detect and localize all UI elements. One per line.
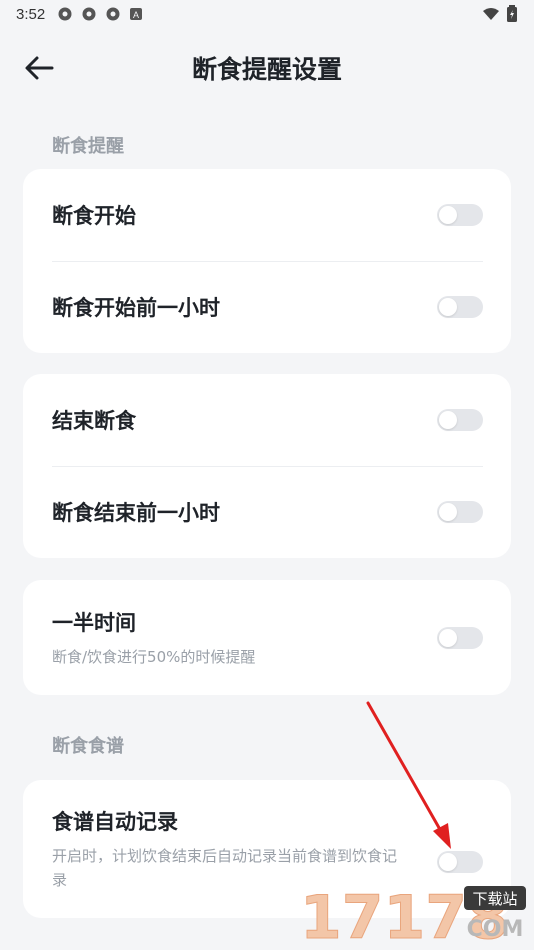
row-text: 食谱自动记录 开启时，计划饮食结束后自动记录当前食谱到饮食记录 xyxy=(52,806,437,892)
setting-row-fast-start[interactable]: 断食开始 xyxy=(23,169,511,261)
row-text: 断食结束前一小时 xyxy=(52,497,437,527)
row-text: 一半时间 断食/饮食进行50%的时候提醒 xyxy=(52,607,437,669)
header: 断食提醒设置 xyxy=(0,40,534,96)
settings-icon xyxy=(82,7,96,21)
toggle-end-fast[interactable] xyxy=(437,409,483,431)
setting-row-fast-end-hour-before[interactable]: 断食结束前一小时 xyxy=(23,466,511,558)
a-icon: A xyxy=(130,8,143,20)
row-title: 结束断食 xyxy=(52,409,136,433)
page-title: 断食提醒设置 xyxy=(191,55,342,84)
battery-icon xyxy=(507,5,517,22)
toggle-knob xyxy=(439,628,457,647)
card-halfway: 一半时间 断食/饮食进行50%的时候提醒 xyxy=(23,580,511,695)
status-right xyxy=(482,5,518,23)
toggle-halfway[interactable] xyxy=(437,626,483,649)
row-title: 断食开始 xyxy=(52,204,136,228)
status-app-icons: A xyxy=(57,6,143,22)
toggle-fast-end-hour-before[interactable] xyxy=(437,501,483,523)
row-text: 断食开始前一小时 xyxy=(52,292,437,322)
toggle-fast-start-hour-before[interactable] xyxy=(437,296,483,318)
toggle-knob xyxy=(439,503,457,521)
setting-row-fast-start-hour-before[interactable]: 断食开始前一小时 xyxy=(23,261,511,353)
toggle-knob xyxy=(439,206,457,224)
status-time: 3:52 xyxy=(16,5,46,23)
toggle-fast-start[interactable] xyxy=(437,204,483,226)
toggle-knob xyxy=(439,298,457,316)
settings-icon xyxy=(106,7,120,21)
site-watermark-logo: 17178 下载站 COM xyxy=(300,883,526,946)
toggle-knob xyxy=(439,853,457,871)
settings-icon xyxy=(58,7,72,21)
card-end-fast: 结束断食 断食结束前一小时 xyxy=(23,374,511,558)
row-text: 结束断食 xyxy=(52,405,437,435)
status-bar: 3:52 A xyxy=(0,0,534,28)
back-button[interactable] xyxy=(22,52,56,84)
watermark-domain: COM xyxy=(467,917,524,942)
row-title: 断食开始前一小时 xyxy=(52,296,220,320)
section-label-reminder: 断食提醒 xyxy=(52,136,124,157)
row-description: 断食/饮食进行50%的时候提醒 xyxy=(52,647,256,666)
row-title: 断食结束前一小时 xyxy=(52,501,220,525)
setting-row-halfway[interactable]: 一半时间 断食/饮食进行50%的时候提醒 xyxy=(23,580,511,695)
svg-text:A: A xyxy=(133,10,139,20)
watermark-label: 下载站 xyxy=(472,890,517,908)
wifi-icon xyxy=(483,8,499,20)
row-title: 食谱自动记录 xyxy=(52,810,178,834)
setting-row-end-fast[interactable]: 结束断食 xyxy=(23,374,511,466)
toggle-recipe-auto-record[interactable] xyxy=(437,851,483,873)
card-fast-start: 断食开始 断食开始前一小时 xyxy=(23,169,511,353)
section-label-recipe: 断食食谱 xyxy=(52,736,124,757)
toggle-knob xyxy=(439,411,457,429)
row-text: 断食开始 xyxy=(52,200,437,230)
back-arrow-icon xyxy=(25,56,54,80)
row-title: 一半时间 xyxy=(52,610,136,635)
